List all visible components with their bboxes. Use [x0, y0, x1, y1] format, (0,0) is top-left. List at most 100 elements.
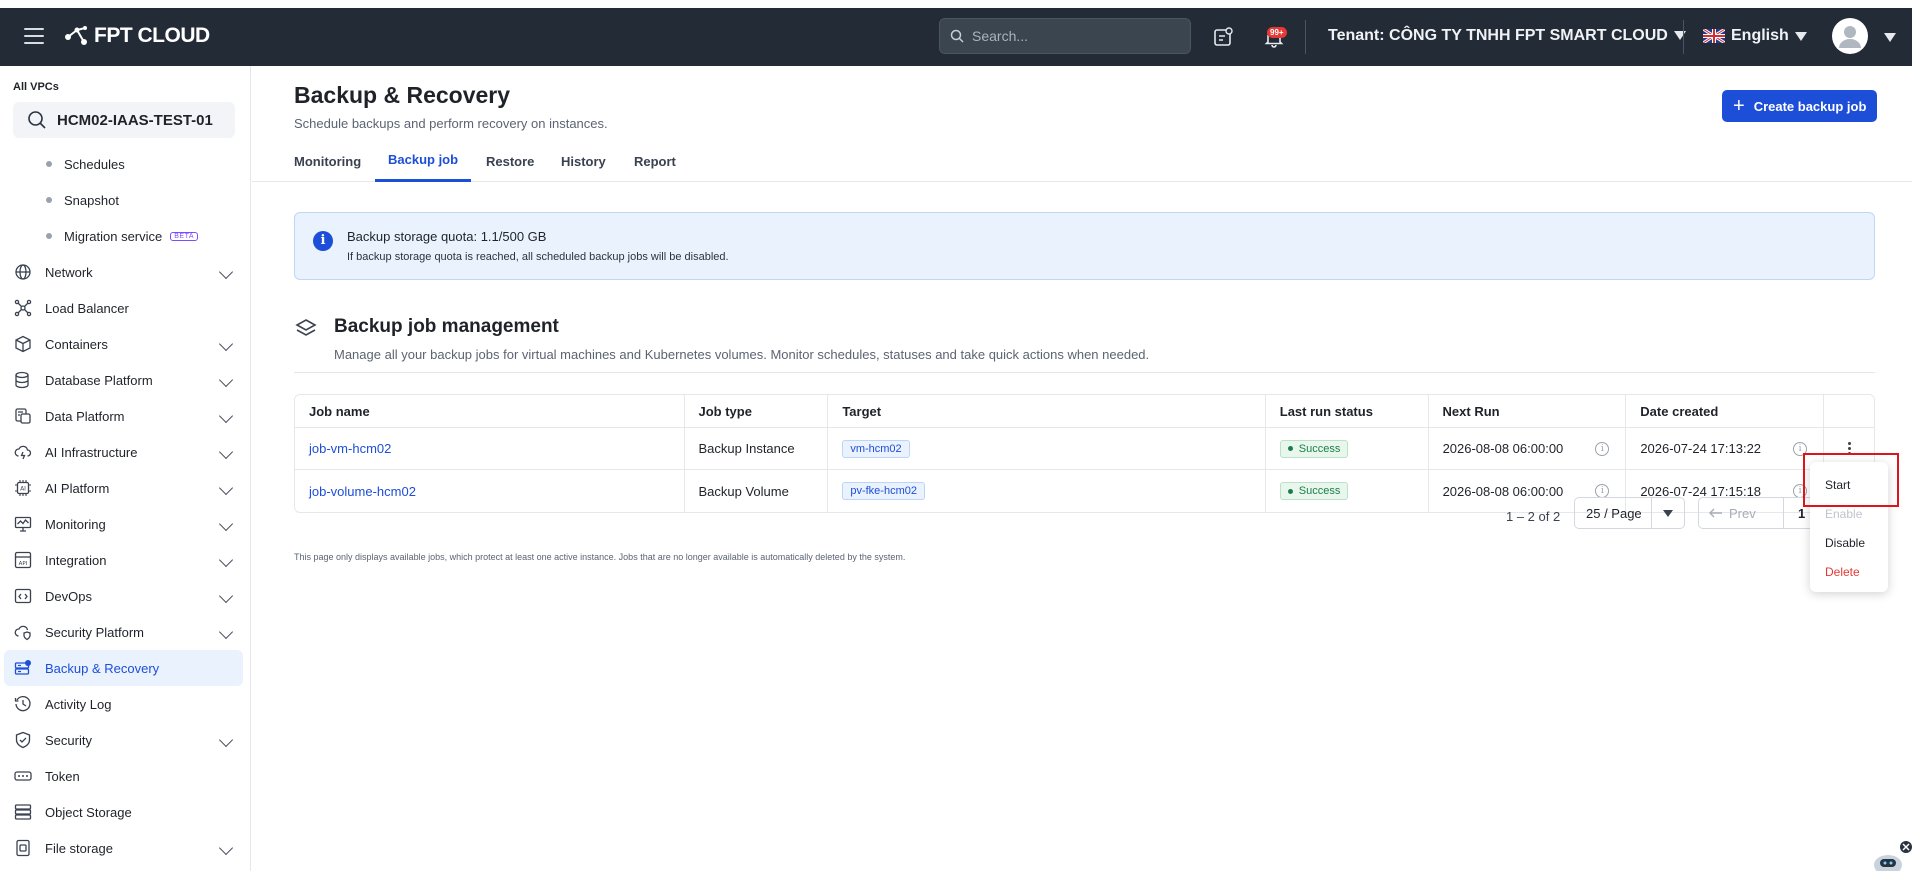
tab-history[interactable]: History	[561, 140, 606, 182]
page-number-1[interactable]: 1	[1784, 506, 1805, 521]
sidebar-item-label: Security	[45, 732, 92, 748]
cloud-ai-icon	[13, 442, 33, 462]
chevron-down-icon[interactable]	[1650, 498, 1684, 528]
token-icon	[13, 766, 33, 786]
global-search[interactable]	[939, 18, 1191, 54]
sidebar-item-label: Migration service	[64, 228, 163, 244]
column-header-last-run-status[interactable]: Last run status	[1266, 395, 1429, 427]
search-icon	[28, 111, 46, 129]
account-chevron-icon[interactable]	[1884, 33, 1896, 42]
sidebar-item-ai-platform[interactable]: AI AI Platform	[0, 470, 250, 506]
hamburger-menu-icon[interactable]	[24, 28, 44, 44]
language-selector[interactable]: English	[1703, 27, 1807, 45]
info-icon[interactable]: i	[1595, 484, 1610, 498]
divider	[294, 372, 1875, 373]
sidebar-item-object-storage[interactable]: Object Storage	[0, 794, 250, 830]
layers-icon	[295, 319, 317, 336]
chevron-down-icon	[1794, 31, 1807, 41]
tab-backup-job[interactable]: Backup job	[375, 140, 472, 182]
sidebar-item-label: Object Storage	[45, 804, 132, 820]
job-name-link[interactable]: job-volume-hcm02	[309, 484, 416, 499]
tenant-label: Tenant: CÔNG TY TNHH FPT SMART CLOUD	[1328, 27, 1668, 44]
notification-badge: 99+	[1267, 27, 1287, 38]
sidebar-item-integration[interactable]: API Integration	[0, 542, 250, 578]
support-ticket-icon[interactable]	[1212, 26, 1234, 48]
uk-flag-icon	[1703, 29, 1725, 43]
sidebar-item-label: Network	[45, 264, 93, 280]
sidebar-item-containers[interactable]: Containers	[0, 326, 250, 362]
menu-item-delete[interactable]: Delete	[1810, 557, 1888, 586]
sidebar-item-token[interactable]: Token	[0, 758, 250, 794]
chevron-down-icon	[218, 588, 234, 604]
sidebar-item-database-platform[interactable]: Database Platform	[0, 362, 250, 398]
quota-alert: i Backup storage quota: 1.1/500 GB If ba…	[294, 212, 1875, 280]
code-icon	[13, 586, 33, 606]
divider	[1305, 20, 1306, 54]
page-subtitle: Schedule backups and perform recovery on…	[294, 116, 608, 131]
sidebar-item-backup-recovery[interactable]: Backup & Recovery	[4, 650, 243, 686]
chevron-down-icon	[218, 372, 234, 388]
database-icon	[13, 370, 33, 390]
chevron-down-icon	[218, 516, 234, 532]
menu-item-disable[interactable]: Disable	[1810, 528, 1888, 557]
chatbot-icon[interactable]	[1866, 840, 1912, 871]
column-header-target[interactable]: Target	[828, 395, 1266, 427]
load-balancer-icon	[13, 298, 33, 318]
prev-page-button[interactable]: Prev	[1699, 498, 1784, 528]
sidebar-item-security-platform[interactable]: Security Platform	[0, 614, 250, 650]
sidebar-subitem-snapshot[interactable]: Snapshot	[0, 182, 250, 218]
job-type: Backup Volume	[698, 483, 789, 499]
info-icon[interactable]: i	[1595, 441, 1610, 456]
sidebar-item-data-platform[interactable]: Data Platform	[0, 398, 250, 434]
sidebar-item-network[interactable]: Network	[0, 254, 250, 290]
create-backup-job-button[interactable]: + Create backup job	[1722, 90, 1878, 122]
sidebar-subitem-schedules[interactable]: Schedules	[0, 146, 250, 182]
info-icon: i	[313, 231, 333, 251]
brand-logo[interactable]: FPT CLOUD	[64, 24, 210, 48]
quota-text: If backup storage quota is reached, all …	[347, 251, 729, 263]
sidebar-item-monitoring[interactable]: Monitoring	[0, 506, 250, 542]
tab-monitoring[interactable]: Monitoring	[294, 140, 361, 182]
page-size-select[interactable]: 25 / Page	[1574, 497, 1685, 529]
file-icon	[13, 838, 33, 858]
chevron-down-icon	[218, 552, 234, 568]
sidebar-subitem-migration-service[interactable]: Migration service BETA	[0, 218, 250, 254]
chevron-down-icon	[218, 480, 234, 496]
target-tag[interactable]: pv-fke-hcm02	[842, 482, 925, 500]
sidebar-item-label: Load Balancer	[45, 300, 129, 316]
shield-cloud-icon	[13, 622, 33, 642]
column-header-job-type[interactable]: Job type	[685, 395, 829, 427]
sidebar-item-file-storage[interactable]: File storage	[0, 830, 250, 866]
chevron-down-icon	[218, 840, 234, 856]
user-icon	[1839, 26, 1861, 48]
pagination-range: 1 – 2 of 2	[1506, 509, 1561, 524]
tab-report[interactable]: Report	[634, 140, 676, 182]
create-button-label: Create backup job	[1753, 98, 1867, 114]
chevron-down-icon	[218, 336, 234, 352]
sidebar-item-ai-infrastructure[interactable]: AI Infrastructure	[0, 434, 250, 470]
tenant-selector[interactable]: Tenant: CÔNG TY TNHH FPT SMART CLOUD	[1328, 27, 1686, 45]
column-header-next-run[interactable]: Next Run	[1429, 395, 1627, 427]
status-badge: Success	[1279, 439, 1349, 458]
sidebar-item-security[interactable]: Security	[0, 722, 250, 758]
column-header-actions	[1824, 395, 1874, 427]
prev-label: Prev	[1729, 505, 1756, 521]
sidebar-item-load-balancer[interactable]: Load Balancer	[0, 290, 250, 326]
avatar[interactable]	[1832, 18, 1868, 54]
search-input[interactable]	[972, 28, 1172, 44]
highlight-box	[1803, 453, 1899, 507]
chevron-down-icon	[218, 624, 234, 640]
monitor-icon	[13, 514, 33, 534]
page-size-value: 25 / Page	[1586, 505, 1642, 521]
sidebar-item-label: File storage	[45, 840, 113, 856]
job-name-link[interactable]: job-vm-hcm02	[309, 441, 391, 456]
target-tag[interactable]: vm-hcm02	[842, 439, 910, 458]
tab-restore[interactable]: Restore	[486, 140, 534, 182]
sidebar-item-activity-log[interactable]: Activity Log	[0, 686, 250, 722]
column-header-job-name[interactable]: Job name	[295, 395, 685, 427]
sidebar-item-devops[interactable]: DevOps	[0, 578, 250, 614]
column-header-date-created[interactable]: Date created	[1626, 395, 1825, 427]
vpc-selector[interactable]: HCM02-IAAS-TEST-01	[13, 102, 235, 138]
globe-icon	[13, 262, 33, 282]
svg-text:API: API	[19, 561, 28, 567]
